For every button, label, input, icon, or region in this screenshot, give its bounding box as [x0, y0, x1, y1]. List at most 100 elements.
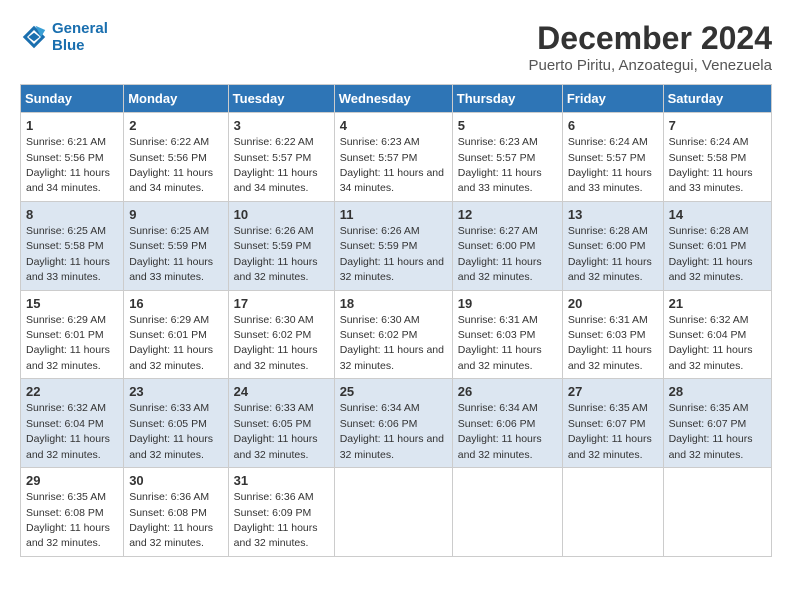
day-number: 17	[234, 295, 329, 313]
calendar-cell: 13Sunrise: 6:28 AM Sunset: 6:00 PM Dayli…	[562, 201, 663, 290]
day-info: Sunrise: 6:26 AM Sunset: 5:59 PM Dayligh…	[234, 225, 318, 283]
col-header-monday: Monday	[124, 85, 228, 113]
calendar-cell: 9Sunrise: 6:25 AM Sunset: 5:59 PM Daylig…	[124, 201, 228, 290]
header-row: SundayMondayTuesdayWednesdayThursdayFrid…	[21, 85, 772, 113]
day-info: Sunrise: 6:27 AM Sunset: 6:00 PM Dayligh…	[458, 225, 542, 283]
day-number: 8	[26, 206, 118, 224]
week-row-2: 8Sunrise: 6:25 AM Sunset: 5:58 PM Daylig…	[21, 201, 772, 290]
calendar-cell: 25Sunrise: 6:34 AM Sunset: 6:06 PM Dayli…	[334, 379, 452, 468]
day-info: Sunrise: 6:26 AM Sunset: 5:59 PM Dayligh…	[340, 225, 444, 283]
day-info: Sunrise: 6:30 AM Sunset: 6:02 PM Dayligh…	[340, 314, 444, 372]
day-info: Sunrise: 6:29 AM Sunset: 6:01 PM Dayligh…	[26, 314, 110, 372]
day-number: 28	[669, 383, 766, 401]
day-info: Sunrise: 6:24 AM Sunset: 5:58 PM Dayligh…	[669, 136, 753, 194]
day-number: 24	[234, 383, 329, 401]
calendar-cell: 8Sunrise: 6:25 AM Sunset: 5:58 PM Daylig…	[21, 201, 124, 290]
day-number: 3	[234, 117, 329, 135]
day-number: 11	[340, 206, 447, 224]
calendar-cell: 11Sunrise: 6:26 AM Sunset: 5:59 PM Dayli…	[334, 201, 452, 290]
calendar-cell	[562, 468, 663, 557]
day-info: Sunrise: 6:23 AM Sunset: 5:57 PM Dayligh…	[458, 136, 542, 194]
day-info: Sunrise: 6:36 AM Sunset: 6:08 PM Dayligh…	[129, 491, 213, 549]
day-info: Sunrise: 6:30 AM Sunset: 6:02 PM Dayligh…	[234, 314, 318, 372]
calendar-cell: 7Sunrise: 6:24 AM Sunset: 5:58 PM Daylig…	[663, 113, 771, 202]
calendar-cell: 12Sunrise: 6:27 AM Sunset: 6:00 PM Dayli…	[452, 201, 562, 290]
week-row-4: 22Sunrise: 6:32 AM Sunset: 6:04 PM Dayli…	[21, 379, 772, 468]
logo-icon	[20, 23, 48, 51]
day-number: 14	[669, 206, 766, 224]
day-number: 23	[129, 383, 222, 401]
calendar-cell: 3Sunrise: 6:22 AM Sunset: 5:57 PM Daylig…	[228, 113, 334, 202]
day-info: Sunrise: 6:31 AM Sunset: 6:03 PM Dayligh…	[568, 314, 652, 372]
day-info: Sunrise: 6:34 AM Sunset: 6:06 PM Dayligh…	[340, 402, 444, 460]
calendar-cell: 16Sunrise: 6:29 AM Sunset: 6:01 PM Dayli…	[124, 290, 228, 379]
page-subtitle: Puerto Piritu, Anzoategui, Venezuela	[528, 57, 772, 74]
day-number: 9	[129, 206, 222, 224]
title-block: December 2024 Puerto Piritu, Anzoategui,…	[528, 20, 772, 74]
day-number: 6	[568, 117, 658, 135]
col-header-saturday: Saturday	[663, 85, 771, 113]
day-number: 31	[234, 472, 329, 490]
calendar-table: SundayMondayTuesdayWednesdayThursdayFrid…	[20, 84, 772, 557]
day-info: Sunrise: 6:33 AM Sunset: 6:05 PM Dayligh…	[129, 402, 213, 460]
calendar-cell: 5Sunrise: 6:23 AM Sunset: 5:57 PM Daylig…	[452, 113, 562, 202]
day-info: Sunrise: 6:35 AM Sunset: 6:08 PM Dayligh…	[26, 491, 110, 549]
day-number: 15	[26, 295, 118, 313]
calendar-cell: 21Sunrise: 6:32 AM Sunset: 6:04 PM Dayli…	[663, 290, 771, 379]
col-header-tuesday: Tuesday	[228, 85, 334, 113]
logo-text: General Blue	[52, 20, 108, 54]
day-info: Sunrise: 6:23 AM Sunset: 5:57 PM Dayligh…	[340, 136, 444, 194]
day-info: Sunrise: 6:35 AM Sunset: 6:07 PM Dayligh…	[669, 402, 753, 460]
day-info: Sunrise: 6:22 AM Sunset: 5:57 PM Dayligh…	[234, 136, 318, 194]
calendar-cell: 31Sunrise: 6:36 AM Sunset: 6:09 PM Dayli…	[228, 468, 334, 557]
calendar-cell: 18Sunrise: 6:30 AM Sunset: 6:02 PM Dayli…	[334, 290, 452, 379]
page-title: December 2024	[528, 20, 772, 57]
day-info: Sunrise: 6:33 AM Sunset: 6:05 PM Dayligh…	[234, 402, 318, 460]
day-info: Sunrise: 6:28 AM Sunset: 6:00 PM Dayligh…	[568, 225, 652, 283]
calendar-cell: 23Sunrise: 6:33 AM Sunset: 6:05 PM Dayli…	[124, 379, 228, 468]
calendar-cell: 19Sunrise: 6:31 AM Sunset: 6:03 PM Dayli…	[452, 290, 562, 379]
day-number: 1	[26, 117, 118, 135]
calendar-cell: 26Sunrise: 6:34 AM Sunset: 6:06 PM Dayli…	[452, 379, 562, 468]
calendar-cell: 24Sunrise: 6:33 AM Sunset: 6:05 PM Dayli…	[228, 379, 334, 468]
calendar-cell: 1Sunrise: 6:21 AM Sunset: 5:56 PM Daylig…	[21, 113, 124, 202]
day-info: Sunrise: 6:24 AM Sunset: 5:57 PM Dayligh…	[568, 136, 652, 194]
day-number: 12	[458, 206, 557, 224]
day-info: Sunrise: 6:21 AM Sunset: 5:56 PM Dayligh…	[26, 136, 110, 194]
col-header-sunday: Sunday	[21, 85, 124, 113]
col-header-thursday: Thursday	[452, 85, 562, 113]
calendar-cell	[334, 468, 452, 557]
calendar-cell: 6Sunrise: 6:24 AM Sunset: 5:57 PM Daylig…	[562, 113, 663, 202]
calendar-cell: 10Sunrise: 6:26 AM Sunset: 5:59 PM Dayli…	[228, 201, 334, 290]
day-number: 16	[129, 295, 222, 313]
day-number: 7	[669, 117, 766, 135]
calendar-cell: 20Sunrise: 6:31 AM Sunset: 6:03 PM Dayli…	[562, 290, 663, 379]
day-info: Sunrise: 6:32 AM Sunset: 6:04 PM Dayligh…	[26, 402, 110, 460]
day-number: 25	[340, 383, 447, 401]
calendar-cell: 4Sunrise: 6:23 AM Sunset: 5:57 PM Daylig…	[334, 113, 452, 202]
day-number: 2	[129, 117, 222, 135]
calendar-cell: 2Sunrise: 6:22 AM Sunset: 5:56 PM Daylig…	[124, 113, 228, 202]
col-header-wednesday: Wednesday	[334, 85, 452, 113]
week-row-3: 15Sunrise: 6:29 AM Sunset: 6:01 PM Dayli…	[21, 290, 772, 379]
calendar-cell: 17Sunrise: 6:30 AM Sunset: 6:02 PM Dayli…	[228, 290, 334, 379]
week-row-5: 29Sunrise: 6:35 AM Sunset: 6:08 PM Dayli…	[21, 468, 772, 557]
day-info: Sunrise: 6:34 AM Sunset: 6:06 PM Dayligh…	[458, 402, 542, 460]
calendar-cell: 22Sunrise: 6:32 AM Sunset: 6:04 PM Dayli…	[21, 379, 124, 468]
day-info: Sunrise: 6:31 AM Sunset: 6:03 PM Dayligh…	[458, 314, 542, 372]
day-info: Sunrise: 6:25 AM Sunset: 5:58 PM Dayligh…	[26, 225, 110, 283]
calendar-cell: 27Sunrise: 6:35 AM Sunset: 6:07 PM Dayli…	[562, 379, 663, 468]
day-number: 5	[458, 117, 557, 135]
day-info: Sunrise: 6:32 AM Sunset: 6:04 PM Dayligh…	[669, 314, 753, 372]
calendar-cell: 15Sunrise: 6:29 AM Sunset: 6:01 PM Dayli…	[21, 290, 124, 379]
day-info: Sunrise: 6:35 AM Sunset: 6:07 PM Dayligh…	[568, 402, 652, 460]
calendar-cell	[452, 468, 562, 557]
day-number: 21	[669, 295, 766, 313]
col-header-friday: Friday	[562, 85, 663, 113]
calendar-cell: 30Sunrise: 6:36 AM Sunset: 6:08 PM Dayli…	[124, 468, 228, 557]
calendar-cell: 14Sunrise: 6:28 AM Sunset: 6:01 PM Dayli…	[663, 201, 771, 290]
day-number: 10	[234, 206, 329, 224]
day-number: 19	[458, 295, 557, 313]
day-number: 29	[26, 472, 118, 490]
day-info: Sunrise: 6:36 AM Sunset: 6:09 PM Dayligh…	[234, 491, 318, 549]
